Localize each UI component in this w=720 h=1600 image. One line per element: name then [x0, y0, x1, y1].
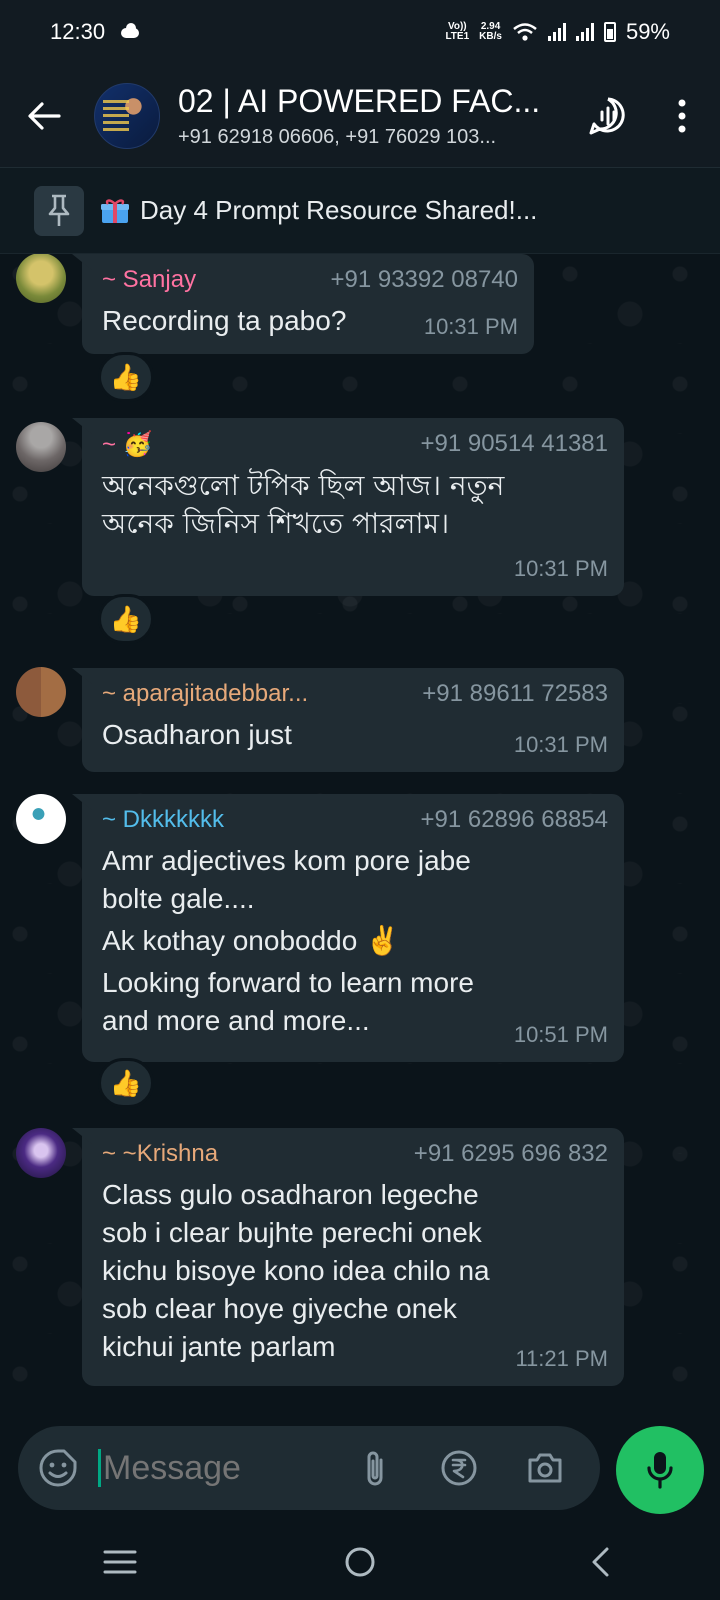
- sender-phone: +91 62896 68854: [420, 806, 608, 833]
- home-circle-icon: [345, 1547, 375, 1577]
- voice-chat-button[interactable]: [586, 94, 630, 138]
- reaction-badge[interactable]: 👍: [98, 1058, 154, 1108]
- message-time: 10:31 PM: [513, 556, 608, 581]
- recent-apps-button[interactable]: [90, 1532, 150, 1592]
- avatar[interactable]: [16, 667, 66, 717]
- sender-name[interactable]: ~ Dkkkkkkk: [102, 806, 224, 834]
- composer-bar: [0, 1412, 720, 1524]
- avatar[interactable]: [16, 422, 66, 472]
- signal-icon-1: [547, 23, 566, 41]
- group-avatar[interactable]: [94, 82, 160, 149]
- group-members: +91 62918 06606, +91 76029 103...: [178, 125, 497, 148]
- message-bubble[interactable]: ~ 🥳 +91 90514 41381 অনেকগুলো টপিক ছিল আজ…: [82, 418, 624, 596]
- more-vertical-icon: [678, 99, 686, 132]
- system-navigation-bar: [0, 1524, 720, 1600]
- volte-indicator: Vo)) LTE1: [445, 21, 470, 42]
- message-time: 10:31 PM: [423, 314, 518, 339]
- sender-phone: +91 89611 72583: [422, 680, 608, 707]
- whatsapp-chat-screen: 12:30 Vo)) LTE1 2.94 KB/s 59% 02 | AI PO…: [0, 0, 720, 1600]
- message-text: অনেকগুলো টপিক ছিল আজ। নতুন অনেক জিনিস শি…: [102, 469, 505, 540]
- message-bubble[interactable]: ~ aparajitadebbar... +91 89611 72583 Osa…: [82, 668, 624, 772]
- attach-button[interactable]: [353, 1446, 397, 1490]
- status-time: 12:30: [50, 19, 106, 44]
- rupee-icon: [441, 1450, 477, 1486]
- emoji-button[interactable]: [38, 1448, 78, 1488]
- network-speed: 2.94 KB/s: [479, 21, 502, 42]
- battery-level: 59%: [625, 19, 670, 44]
- paperclip-icon: [367, 1451, 383, 1486]
- chevron-left-icon: [592, 1547, 609, 1577]
- camera-button[interactable]: [523, 1446, 567, 1490]
- status-bar: 12:30 Vo)) LTE1 2.94 KB/s 59%: [0, 0, 720, 64]
- sender-name[interactable]: ~ Sanjay: [102, 266, 196, 294]
- chat-header: 02 | AI POWERED FAC... +91 62918 06606, …: [0, 64, 720, 168]
- thumbs-up-icon: 👍: [109, 603, 143, 634]
- cloud-icon: [119, 23, 141, 38]
- payment-button[interactable]: [437, 1446, 481, 1490]
- avatar[interactable]: [16, 794, 66, 844]
- sticker-icon: [39, 1449, 77, 1487]
- battery-icon: [603, 22, 616, 42]
- sender-name[interactable]: ~ ~Krishna: [102, 1140, 218, 1168]
- message-text: Class gulo osadharon legeche sob i clear…: [102, 1179, 490, 1362]
- group-title: 02 | AI POWERED FAC...: [178, 82, 541, 119]
- reaction-badge[interactable]: 👍: [98, 594, 154, 644]
- text-cursor: [98, 1449, 101, 1487]
- pinned-message-bar[interactable]: Day 4 Prompt Resource Shared!...: [0, 168, 720, 254]
- voice-message-button[interactable]: [616, 1426, 704, 1514]
- thumbs-up-icon: 👍: [109, 361, 143, 392]
- signal-icon-2: [575, 23, 594, 41]
- menu-lines-icon: [103, 1550, 137, 1574]
- sender-phone: +91 93392 08740: [330, 266, 518, 293]
- microphone-icon: [647, 1452, 673, 1489]
- camera-icon: [528, 1453, 562, 1483]
- arrow-left-icon: [28, 101, 61, 130]
- message-input[interactable]: [103, 1448, 333, 1488]
- sender-phone: +91 6295 696 832: [413, 1140, 608, 1167]
- menu-button[interactable]: [660, 94, 704, 138]
- sender-name[interactable]: ~ aparajitadebbar...: [102, 680, 308, 708]
- pinned-message-text: Day 4 Prompt Resource Shared!...: [140, 195, 538, 225]
- avatar[interactable]: [16, 1128, 66, 1178]
- message-bubble[interactable]: ~ Sanjay +91 93392 08740 Recording ta pa…: [82, 254, 534, 354]
- message-bubble[interactable]: ~ Dkkkkkkk +91 62896 68854 Amr adjective…: [82, 794, 624, 1062]
- message-text: Amr adjectives kom pore jabe bolte gale.…: [102, 845, 474, 1036]
- status-right: Vo)) LTE1 2.94 KB/s 59%: [445, 19, 670, 45]
- message-list[interactable]: ~ Sanjay +91 93392 08740 Recording ta pa…: [0, 254, 720, 1412]
- gift-icon: [101, 198, 129, 223]
- message-time: 10:31 PM: [513, 732, 608, 757]
- group-info[interactable]: 02 | AI POWERED FAC... +91 62918 06606, …: [178, 83, 558, 149]
- back-button[interactable]: [22, 94, 66, 138]
- back-nav-button[interactable]: [570, 1532, 630, 1592]
- message-time: 11:21 PM: [515, 1346, 608, 1371]
- sender-name[interactable]: ~ 🥳: [102, 430, 153, 459]
- home-button[interactable]: [330, 1532, 390, 1592]
- avatar[interactable]: [16, 254, 66, 303]
- message-time: 10:51 PM: [513, 1022, 608, 1047]
- reaction-badge[interactable]: 👍: [98, 352, 154, 402]
- wifi-icon: [513, 23, 537, 41]
- message-bubble[interactable]: ~ ~Krishna +91 6295 696 832 Class gulo o…: [82, 1128, 624, 1386]
- voice-chat-icon: [589, 97, 625, 134]
- pin-icon: [34, 185, 84, 236]
- message-composer: [18, 1426, 600, 1510]
- thumbs-up-icon: 👍: [109, 1067, 143, 1098]
- sender-phone: +91 90514 41381: [420, 430, 608, 457]
